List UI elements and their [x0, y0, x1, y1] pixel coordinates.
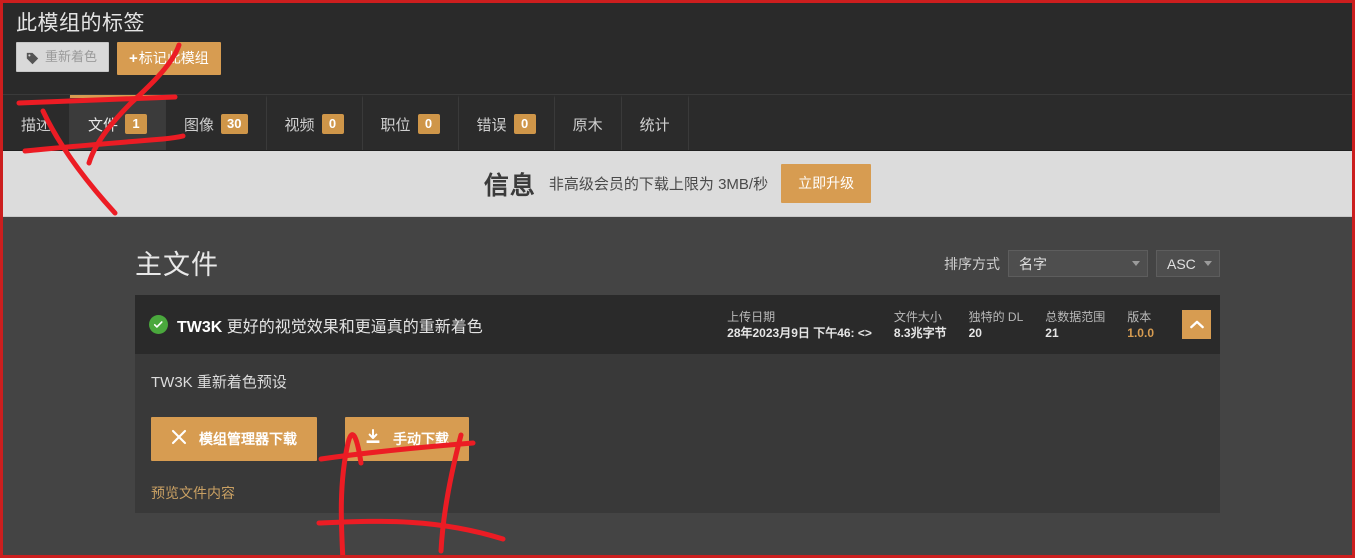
page-title: 此模组的标签	[16, 12, 145, 35]
meta-value: 1.0.0	[1127, 325, 1154, 340]
chevron-down-icon	[1132, 261, 1140, 266]
meta-total-dl: 总数据范围 21	[1045, 309, 1127, 341]
tag-icon	[26, 52, 39, 65]
tab-count-badge: 0	[417, 114, 440, 134]
download-button-row: 模组管理器下载 手动下载	[151, 417, 1204, 461]
tab-files[interactable]: 文件 1	[70, 95, 167, 150]
file-detail-name: TW3K 重新着色预设	[151, 374, 287, 391]
file-title-text: 更好的视觉效果和更逼真的重新着色	[226, 318, 483, 336]
sort-field-select[interactable]: 名字	[1008, 250, 1148, 277]
tab-label: 图像	[184, 116, 215, 134]
meta-label: 独特的 DL	[968, 309, 1024, 324]
info-banner-text: 非高级会员的下载上限为 3MB/秒	[548, 176, 769, 193]
meta-value: 28年2023月9日 下午46: <>	[727, 325, 872, 340]
meta-value: 8.3兆字节	[893, 325, 947, 340]
download-icon	[365, 429, 381, 449]
section-header: 主文件 排序方式 名字 ASC	[135, 249, 1220, 295]
tag-button-row: 重新着色 + 标记此模组	[16, 42, 1352, 75]
tab-label: 原木	[572, 116, 603, 134]
sort-field-value: 名字	[1019, 255, 1047, 272]
preview-file-contents-link[interactable]: 预览文件内容	[151, 485, 235, 501]
recolor-tag-label: 重新着色	[45, 49, 98, 64]
manual-download-button[interactable]: 手动下载	[345, 417, 469, 461]
plus-icon: +	[129, 50, 138, 67]
meta-version: 版本 1.0.0	[1127, 309, 1176, 341]
tab-label: 文件	[88, 116, 119, 134]
sort-controls: 排序方式 名字 ASC	[944, 250, 1220, 281]
file-card: TW3K 更好的视觉效果和更逼真的重新着色 上传日期 28年2023月9日 下午…	[135, 295, 1220, 513]
tab-label: 视频	[284, 116, 315, 134]
page-root: 此模组的标签 重新着色 + 标记此模组 描述 文件 1 图像 30 视频 0 职…	[0, 0, 1355, 558]
meta-label: 总数据范围	[1045, 309, 1106, 324]
upgrade-button[interactable]: 立即升级	[781, 164, 872, 203]
tab-stats[interactable]: 统计	[622, 95, 689, 150]
info-banner: 信息 非高级会员的下载上限为 3MB/秒 立即升级	[3, 151, 1352, 217]
tab-count-badge: 30	[221, 114, 248, 134]
file-meta-group: 上传日期 28年2023月9日 下午46: <> 文件大小 8.3兆字节 独特的…	[727, 309, 1176, 341]
recolor-tag-button[interactable]: 重新着色	[16, 42, 110, 72]
section-title: 主文件	[135, 250, 219, 280]
verified-check-icon	[149, 315, 168, 334]
meta-value: 20	[968, 325, 982, 340]
tab-label: 统计	[639, 116, 670, 134]
tab-label: 错误	[476, 116, 507, 134]
tab-count-badge: 0	[321, 114, 344, 134]
mod-manager-download-button[interactable]: 模组管理器下载	[151, 417, 317, 461]
tab-count-badge: 0	[513, 114, 536, 134]
meta-label: 上传日期	[727, 309, 776, 324]
main-content: 主文件 排序方式 名字 ASC TW3K 更好的视觉效果和更逼真的重新着色 上传…	[3, 217, 1352, 555]
tab-posts[interactable]: 职位 0	[363, 95, 459, 150]
tab-bugs[interactable]: 错误 0	[459, 95, 555, 150]
file-detail-panel: TW3K 重新着色预设 模组管理器下载 手动下载 预览文件内容	[135, 354, 1220, 513]
file-title-prefix: TW3K	[177, 318, 223, 336]
meta-label: 版本	[1127, 309, 1152, 324]
collapse-file-button[interactable]	[1182, 310, 1211, 339]
meta-unique-dl: 独特的 DL 20	[969, 309, 1046, 341]
meta-label: 文件大小	[893, 309, 942, 324]
content-container: 主文件 排序方式 名字 ASC TW3K 更好的视觉效果和更逼真的重新着色 上传…	[135, 217, 1220, 513]
tags-header: 此模组的标签 重新着色 + 标记此模组	[3, 3, 1352, 94]
tab-description[interactable]: 描述	[3, 95, 71, 150]
manual-download-label: 手动下载	[393, 430, 449, 447]
chevron-up-icon	[1189, 317, 1204, 332]
meta-file-size: 文件大小 8.3兆字节	[894, 309, 969, 341]
meta-value: 21	[1045, 325, 1059, 340]
flag-mod-button[interactable]: + 标记此模组	[117, 42, 221, 75]
mod-manager-download-label: 模组管理器下载	[199, 430, 297, 447]
tab-label: 职位	[380, 116, 411, 134]
file-title: TW3K 更好的视觉效果和更逼真的重新着色	[177, 313, 483, 337]
sort-direction-value: ASC	[1167, 255, 1196, 272]
flag-mod-label: 标记此模组	[138, 50, 209, 66]
meta-upload-date: 上传日期 28年2023月9日 下午46: <>	[727, 309, 894, 341]
chevron-down-icon	[1204, 261, 1212, 266]
tab-videos[interactable]: 视频 0	[267, 95, 363, 150]
file-row[interactable]: TW3K 更好的视觉效果和更逼真的重新着色 上传日期 28年2023月9日 下午…	[135, 295, 1220, 354]
tab-logs[interactable]: 原木	[555, 95, 622, 150]
sort-direction-select[interactable]: ASC	[1156, 250, 1220, 277]
info-banner-heading: 信息	[483, 171, 536, 200]
sort-by-label: 排序方式	[944, 255, 1000, 272]
tab-count-badge: 1	[125, 114, 148, 134]
tab-images[interactable]: 图像 30	[166, 95, 267, 150]
mod-manager-icon	[171, 429, 187, 449]
file-name-group: TW3K 更好的视觉效果和更逼真的重新着色	[149, 313, 727, 337]
tab-label: 描述	[21, 116, 52, 134]
tab-bar: 描述 文件 1 图像 30 视频 0 职位 0 错误 0 原木 统计	[3, 94, 1352, 151]
